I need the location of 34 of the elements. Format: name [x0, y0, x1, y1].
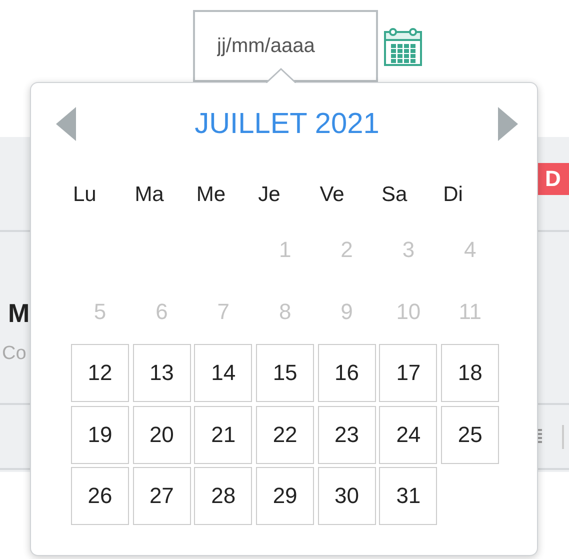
weekday-label: Me	[195, 183, 227, 207]
day-cell[interactable]: 25	[441, 406, 500, 464]
weekday-label: Ve	[318, 183, 346, 207]
previous-month-icon[interactable]	[56, 107, 76, 141]
day-cell[interactable]: 27	[132, 467, 191, 525]
weekday-label: Ma	[134, 183, 165, 207]
day-cell[interactable]: 12	[71, 344, 129, 402]
weekday-label: Je	[257, 183, 282, 207]
day-cell[interactable]: 13	[132, 344, 191, 402]
status-badge: D	[537, 163, 569, 195]
day-cell[interactable]: 31	[379, 467, 438, 525]
day-cell[interactable]: 16	[318, 344, 376, 402]
day-cell[interactable]: 18	[441, 344, 500, 402]
month-title: JUILLET 2021	[194, 108, 380, 140]
heading: M	[8, 298, 30, 329]
day-cell[interactable]: 29	[256, 467, 314, 525]
weekday-label: Lu	[72, 183, 98, 207]
day-cell[interactable]: 20	[132, 406, 191, 464]
day-cell[interactable]: 21	[194, 406, 252, 464]
calendar-icon[interactable]	[383, 27, 423, 67]
day-cell[interactable]: 23	[318, 406, 376, 464]
next-month-icon[interactable]	[498, 107, 518, 141]
subtitle: Co	[2, 343, 28, 365]
day-cell[interactable]: 24	[379, 406, 438, 464]
day-cell[interactable]: 14	[194, 344, 252, 402]
day-cell[interactable]: 15	[256, 344, 314, 402]
day-cell[interactable]: 30	[318, 467, 376, 525]
weekday-label: Sa	[380, 183, 408, 207]
weekday-label: Di	[442, 183, 464, 207]
day-cell[interactable]: 22	[256, 406, 314, 464]
day-cell[interactable]: 19	[71, 406, 129, 464]
day-cell[interactable]: 28	[194, 467, 252, 525]
day-cell[interactable]: 26	[71, 467, 129, 525]
day-cell[interactable]: 17	[379, 344, 438, 402]
